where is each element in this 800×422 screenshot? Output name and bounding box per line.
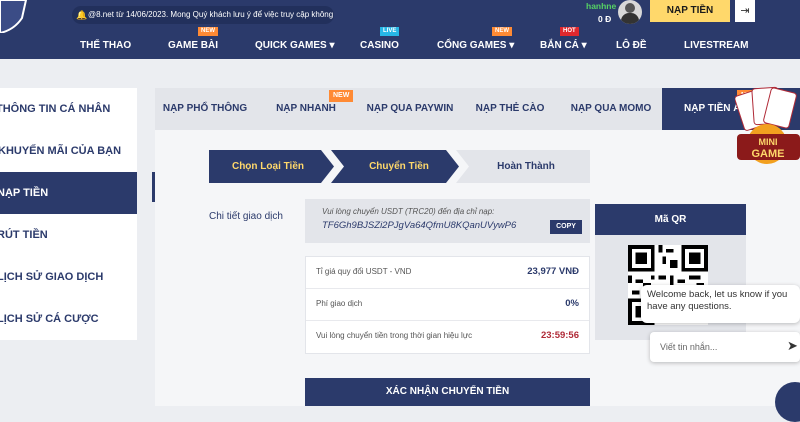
sidebar-item-withdraw[interactable]: RÚT TIỀN: [0, 214, 137, 256]
deposit-address[interactable]: TF6Gh9BJSZi2PJgVa64QfmU8KQanUVywP6: [322, 220, 516, 231]
info-row-rate: Tỉ giá quy đổi USDT - VND 23,977 VNĐ: [306, 257, 589, 289]
sidebar-item-bet-history[interactable]: LỊCH SỬ CÁ CƯỢC: [0, 298, 137, 340]
nav-item-livestream[interactable]: LIVESTREAM: [684, 33, 748, 59]
tab-nap-qua-paywin[interactable]: NẠP QUA PAYWIN: [357, 88, 463, 130]
confirm-transfer-button[interactable]: XÁC NHẬN CHUYỂN TIỀN: [305, 378, 590, 406]
deposit-tabs: NẠP PHỔ THÔNG NẠP NHANH NEW NẠP QUA PAYW…: [155, 88, 800, 130]
logout-icon[interactable]: ⇥: [735, 0, 755, 22]
top-bar: 🔔 @8.net từ 14/06/2023. Mong Quý khách l…: [0, 0, 800, 33]
chat-welcome-message: Welcome back, let us know if you have an…: [641, 285, 800, 323]
tab-nap-the-cao[interactable]: NẠP THẺ CÀO: [468, 88, 552, 130]
notice-text: @8.net từ 14/06/2023. Mong Quý khách lưu…: [88, 10, 334, 19]
nav-item-ban-ca[interactable]: BẮN CÁ ▾ HOT: [540, 27, 587, 59]
step-complete: Hoàn Thành: [497, 161, 555, 172]
chat-message-input[interactable]: Viết tin nhắn...: [650, 332, 800, 362]
info-value: 0%: [565, 298, 579, 309]
sidebar-item-deposit[interactable]: NẠP TIỀN: [0, 172, 137, 214]
tab-nap-pho-thong[interactable]: NẠP PHỔ THÔNG: [155, 88, 255, 130]
info-label: Phí giao dịch: [316, 299, 363, 308]
countdown-timer: 23:59:56: [540, 330, 579, 341]
new-badge: NEW: [492, 27, 512, 36]
live-badge: LIVE: [380, 27, 400, 36]
info-value: 23,977 VNĐ: [527, 266, 579, 277]
nav-item-game-bai[interactable]: GAME BÀI NEW: [168, 27, 218, 59]
qr-title: Mã QR: [595, 204, 746, 235]
transaction-info: Tỉ giá quy đổi USDT - VND 23,977 VNĐ Phí…: [305, 256, 590, 354]
logo-shield-icon[interactable]: [0, 0, 30, 33]
nav-item-casino[interactable]: CASINO LIVE: [360, 27, 400, 59]
copy-button[interactable]: COPY: [550, 220, 582, 234]
bell-icon: 🔔: [76, 10, 88, 20]
new-badge: NEW: [198, 27, 218, 36]
send-icon[interactable]: ➤: [787, 338, 798, 354]
account-sidebar: THÔNG TIN CÁ NHÂN KHUYẾN MÃI CỦA BẠN NẠP…: [0, 88, 137, 340]
new-badge: NEW: [329, 90, 354, 102]
step-transfer: Chuyển Tiền: [369, 161, 429, 172]
minigame-widget[interactable]: MINI GAME: [735, 82, 800, 174]
tab-nap-nhanh[interactable]: NẠP NHANH NEW: [263, 88, 354, 130]
main-nav: THỂ THAO GAME BÀI NEW QUICK GAMES ▾ CASI…: [0, 27, 800, 59]
sidebar-item-profile[interactable]: THÔNG TIN CÁ NHÂN: [0, 88, 137, 130]
avatar[interactable]: [618, 0, 642, 24]
svg-text:MINI: MINI: [759, 137, 778, 147]
step-choose-currency: Chọn Loại Tiền: [231, 161, 305, 172]
info-row-fee: Phí giao dịch 0%: [306, 289, 589, 321]
info-label: Tỉ giá quy đổi USDT - VND: [316, 267, 412, 276]
nav-item-quick-games[interactable]: QUICK GAMES ▾: [255, 33, 334, 59]
info-label: Vui lòng chuyển tiền trong thời gian hiệ…: [316, 331, 473, 340]
deposit-button[interactable]: NẠP TIỀN: [650, 0, 730, 22]
nav-item-lo-de[interactable]: LÔ ĐỀ: [616, 33, 647, 59]
nav-item-cong-games[interactable]: CỔNG GAMES ▾ NEW: [437, 27, 514, 59]
svg-text:GAME: GAME: [752, 148, 785, 160]
hot-badge: HOT: [560, 27, 579, 36]
address-hint: Vui lòng chuyển USDT (TRC20) đến địa chỉ…: [322, 207, 495, 216]
username[interactable]: hanhne: [586, 1, 616, 11]
nav-item-the-thao[interactable]: THỂ THAO: [80, 33, 131, 59]
info-row-timer: Vui lòng chuyển tiền trong thời gian hiệ…: [306, 321, 589, 353]
notice-marquee: 🔔 @8.net từ 14/06/2023. Mong Quý khách l…: [72, 6, 334, 24]
sidebar-item-transaction-history[interactable]: LỊCH SỬ GIAO DỊCH: [0, 256, 137, 298]
tab-nap-qua-momo[interactable]: NẠP QUA MOMO: [565, 88, 657, 130]
sidebar-item-promotions[interactable]: KHUYẾN MÃI CỦA BẠN: [0, 130, 137, 172]
transaction-detail-label: Chi tiết giao dịch: [209, 211, 283, 222]
balance: 0 Đ: [598, 14, 612, 24]
